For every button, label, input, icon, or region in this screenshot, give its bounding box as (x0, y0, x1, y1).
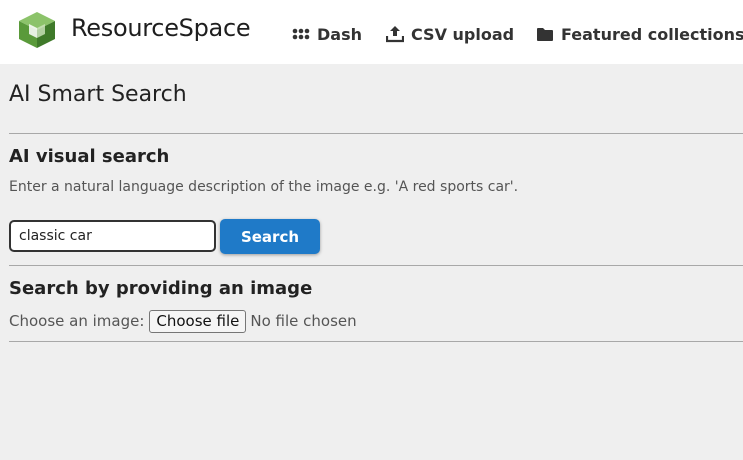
nav-csv-upload-label: CSV upload (411, 24, 515, 44)
page-title: AI Smart Search (9, 82, 187, 107)
file-status-text: No file chosen (250, 312, 357, 330)
upload-icon (386, 26, 404, 43)
nav-featured-collections[interactable]: Featured collections (536, 23, 743, 45)
resourcespace-cube-logo-icon[interactable] (18, 12, 56, 48)
choose-image-label: Choose an image: (9, 312, 145, 330)
brand-name-light: Space (178, 14, 251, 42)
search-button[interactable]: Search (220, 219, 320, 254)
divider (9, 265, 743, 266)
search-input[interactable] (9, 220, 216, 252)
nav-csv-upload[interactable]: CSV upload (386, 23, 514, 45)
visual-search-description: Enter a natural language description of … (9, 179, 519, 195)
visual-search-heading: AI visual search (9, 146, 170, 167)
choose-file-button[interactable]: Choose file (149, 309, 247, 333)
folder-icon (537, 27, 553, 41)
nav-dash[interactable]: Dash (292, 23, 362, 45)
image-search-heading: Search by providing an image (9, 278, 313, 299)
grid-dots-icon (292, 28, 310, 40)
top-header: ResourceSpace Dash CSV upload Featured c… (0, 0, 743, 64)
nav-dash-label: Dash (317, 24, 362, 44)
nav-featured-collections-label: Featured collections (561, 24, 743, 44)
divider (9, 341, 743, 342)
divider (9, 133, 743, 134)
file-chooser-row: Choose an image: Choose file No file cho… (9, 309, 357, 333)
brand-name[interactable]: ResourceSpace (71, 14, 251, 42)
brand-name-bold: Resource (71, 14, 179, 42)
